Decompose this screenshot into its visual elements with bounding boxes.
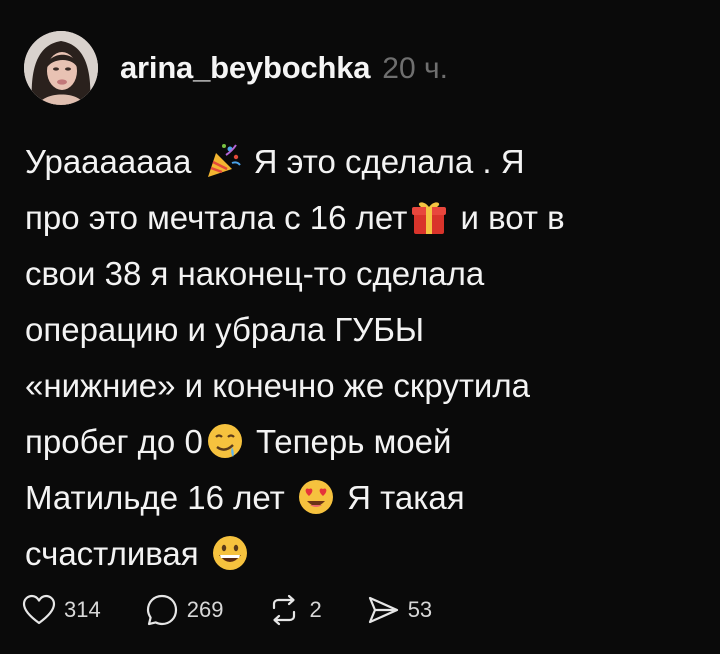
like-button[interactable]: 314 [22,594,101,626]
grinning-face-icon [210,533,250,573]
repost-count: 2 [309,597,322,622]
heart-icon [22,594,56,625]
share-button[interactable]: 53 [366,594,432,626]
post-text-line: Урааааааа Я это сделала . Я [25,134,695,190]
text-segment: пробег до 0 [25,423,203,460]
text-segment: Я такая [347,479,465,516]
post-text-line: «нижние» и конечно же скрутила [25,358,695,414]
avatar[interactable] [24,31,98,105]
text-segment: свои 38 я наконец-то сделала [25,255,485,292]
text-segment: про это мечтала с 16 лет [25,199,408,236]
text-segment: «нижние» и конечно же скрутила [25,367,530,404]
post-text: Урааааааа Я это сделала . Я про это мечт… [25,134,695,582]
text-segment: Теперь моей [255,423,452,460]
repost-button[interactable]: 2 [267,594,322,626]
thread-post: arina_beybochka 20 ч. Урааааааа Я это сд… [0,0,720,654]
repost-icon [273,594,296,626]
comment-count: 269 [186,597,224,622]
drooling-face-icon [205,421,245,461]
post-time: 20 ч. [382,52,448,85]
text-segment: Я это сделала . Я [253,143,525,180]
text-segment: операцию и убрала ГУБЫ [25,311,425,348]
post-header: arina_beybochka 20 ч. [24,30,448,106]
post-text-line: счастливая [25,526,695,582]
post-text-line: операцию и убрала ГУБЫ [25,302,695,358]
post-text-line: про это мечтала с 16 лет и вот в [25,190,695,246]
text-segment: Матильде 16 лет [25,479,285,516]
share-icon [368,596,398,624]
post-text-line: пробег до 0 Теперь моей [25,414,695,470]
username[interactable]: arina_beybochka [120,50,370,86]
post-actions: 314 269 2 53 [22,588,476,632]
comment-button[interactable]: 269 [145,593,224,627]
text-segment: счастливая [25,535,199,572]
heart-eyes-icon [296,477,336,517]
comment-icon [146,594,177,626]
gift-icon [409,197,449,237]
post-meta: arina_beybochka 20 ч. [120,50,448,86]
post-text-line: свои 38 я наконец-то сделала [25,246,695,302]
like-count: 314 [64,597,101,622]
party-popper-icon [202,141,242,181]
share-count: 53 [407,597,433,622]
text-segment: и вот в [460,199,565,236]
post-text-line: Матильде 16 лет Я такая [25,470,695,526]
text-segment: Урааааааа [25,143,192,180]
